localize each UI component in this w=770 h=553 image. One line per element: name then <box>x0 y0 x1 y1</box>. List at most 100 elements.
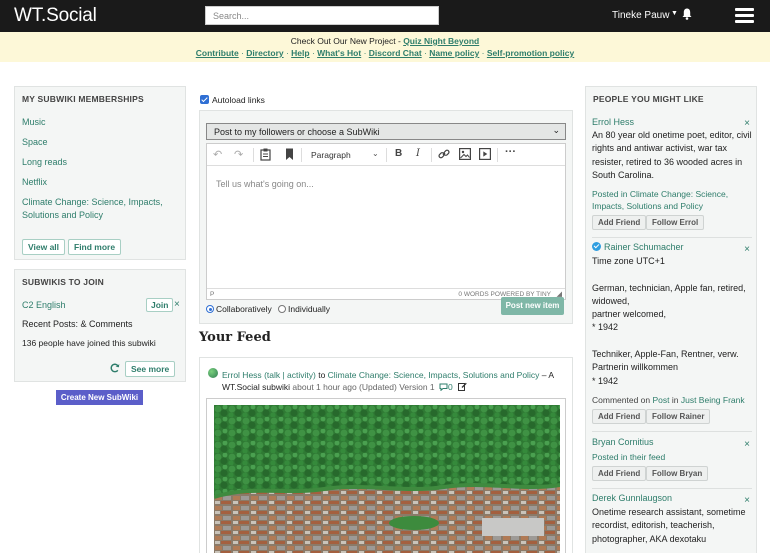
banner-links: Contribute · Directory · Help · What's H… <box>0 48 770 58</box>
post-subwiki-desc: WT.Social subwiki <box>222 382 291 392</box>
self-promotion-policy-link[interactable]: Self-promotion policy <box>487 48 574 58</box>
name-policy-link[interactable]: Name policy <box>429 48 479 58</box>
redo-icon[interactable]: ↷ <box>234 148 243 161</box>
site-logo[interactable]: WT.Social <box>14 5 97 27</box>
help-link[interactable]: Help <box>291 48 309 58</box>
search-input[interactable]: Search... <box>205 6 439 25</box>
globe-icon <box>208 368 218 378</box>
toolbar-divider <box>253 148 254 162</box>
close-icon[interactable]: × <box>744 439 750 450</box>
chevron-down-icon: ⌄ <box>552 125 560 135</box>
individually-option[interactable]: Individually <box>278 304 330 314</box>
close-icon[interactable]: × <box>744 118 750 129</box>
bio-line: Techniker, Apple-Fan, Rentner, verw. Par… <box>592 349 739 373</box>
more-options-icon[interactable]: ··· <box>505 146 516 158</box>
caret-down-icon[interactable]: ▼ <box>671 10 678 17</box>
paste-icon[interactable] <box>260 148 271 161</box>
membership-item-climate-change[interactable]: Climate Change: Science, Impacts, Soluti… <box>22 196 177 221</box>
close-icon[interactable]: × <box>744 244 750 255</box>
add-friend-button[interactable]: Add Friend <box>592 409 647 424</box>
view-all-button[interactable]: View all <box>22 239 66 255</box>
toolbar-divider <box>386 148 387 162</box>
see-more-button[interactable]: See more <box>125 361 176 377</box>
discord-chat-link[interactable]: Discord Chat <box>369 48 422 58</box>
radio-unselected-icon[interactable] <box>278 305 286 313</box>
membership-item-music[interactable]: Music <box>22 116 177 129</box>
autoload-label: Autoload links <box>212 95 265 105</box>
membership-item-netflix[interactable]: Netflix <box>22 176 177 189</box>
bio-line: Time zone UTC+1 <box>592 256 665 266</box>
posted-prefix: Posted in <box>592 189 630 199</box>
close-icon[interactable]: × <box>744 495 750 506</box>
radio-selected-icon[interactable] <box>206 305 214 313</box>
commented-post-link[interactable]: Post <box>652 395 669 405</box>
add-friend-button[interactable]: Add Friend <box>592 466 647 481</box>
subwiki-memberships-panel: MY SUBWIKI MEMBERSHIPS Music Space Long … <box>14 86 186 260</box>
post-target-select[interactable]: Post to my followers or choose a SubWiki… <box>206 123 566 140</box>
people-you-might-like-panel: PEOPLE YOU MIGHT LIKE Errol Hess × An 80… <box>585 86 757 553</box>
image-icon[interactable] <box>459 148 471 160</box>
element-path: P <box>210 291 215 298</box>
dismiss-icon[interactable]: × <box>174 299 180 310</box>
checkbox-checked-icon[interactable] <box>200 95 209 104</box>
person-name-bryan[interactable]: Bryan Cornitius <box>592 437 654 447</box>
italic-icon[interactable]: I <box>416 148 420 159</box>
user-menu[interactable]: Tineke Pauw <box>612 10 669 21</box>
person-name-rainer[interactable]: Rainer Schumacher <box>592 242 684 252</box>
hamburger-menu-icon[interactable] <box>735 8 754 23</box>
comment-count[interactable]: 0 <box>448 382 453 392</box>
follow-errol-button[interactable]: Follow Errol <box>646 215 705 230</box>
editor-placeholder: Tell us what's going on... <box>216 179 314 189</box>
individually-label: Individually <box>288 304 331 314</box>
bio-line: German, technician, Apple fan, retired, … <box>592 282 746 306</box>
undo-icon[interactable]: ↶ <box>213 148 222 161</box>
membership-item-long-reads[interactable]: Long reads <box>22 156 177 169</box>
subwikis-to-join-panel: SUBWIKIS TO JOIN C2 English Join × Recen… <box>14 269 186 382</box>
person-name-errol[interactable]: Errol Hess <box>592 117 634 127</box>
post-author-link[interactable]: Errol Hess <box>222 370 262 380</box>
contribute-link[interactable]: Contribute <box>196 48 239 58</box>
bell-icon[interactable] <box>682 8 692 20</box>
find-more-button[interactable]: Find more <box>68 239 122 255</box>
toolbar-divider <box>301 148 302 162</box>
join-button[interactable]: Join <box>146 298 174 312</box>
media-icon[interactable] <box>479 148 491 160</box>
autoload-links-toggle[interactable]: Autoload links <box>200 95 265 105</box>
paragraph-format-select[interactable]: Paragraph <box>311 150 351 160</box>
edit-icon[interactable] <box>458 382 467 391</box>
commented-in-link[interactable]: Just Being Frank <box>681 395 745 405</box>
rich-text-editor[interactable]: ↶ ↷ Paragraph ⌄ B I ··· Tell us what's g… <box>206 143 566 300</box>
refresh-icon[interactable] <box>110 363 120 373</box>
bold-icon[interactable]: B <box>395 148 402 159</box>
posted-in-link[interactable]: their feed <box>630 452 665 462</box>
people-title: PEOPLE YOU MIGHT LIKE <box>593 94 704 104</box>
bio-line: * 1942 <box>592 322 619 333</box>
divider <box>592 237 752 238</box>
membership-item-space[interactable]: Space <box>22 136 177 149</box>
quiz-night-link[interactable]: Quiz Night Beyond <box>403 36 479 46</box>
post-subwiki-link[interactable]: Climate Change: Science, Impacts, Soluti… <box>328 370 540 380</box>
post-image[interactable] <box>214 405 560 553</box>
create-subwiki-button[interactable]: Create New SubWiki <box>56 390 143 405</box>
add-friend-button[interactable]: Add Friend <box>592 215 647 230</box>
chevron-down-icon[interactable]: ⌄ <box>372 149 379 158</box>
post-meta: Errol Hess (talk | activity) to Climate … <box>222 369 567 393</box>
comment-icon[interactable] <box>439 383 448 392</box>
feed-post: Errol Hess (talk | activity) to Climate … <box>199 357 573 553</box>
post-new-item-button[interactable]: Post new item <box>501 297 564 315</box>
separator: · <box>361 48 369 58</box>
person-name-derek[interactable]: Derek Gunnlaugson <box>592 493 672 503</box>
recent-posts-label: Recent Posts: & Comments <box>22 319 133 329</box>
person-bio-rainer: Time zone UTC+1 German, technician, Appl… <box>592 255 752 388</box>
follow-rainer-button[interactable]: Follow Rainer <box>646 409 711 424</box>
collaboratively-option[interactable]: Collaboratively <box>206 304 272 314</box>
directory-link[interactable]: Directory <box>246 48 283 58</box>
top-navbar: WT.Social Search... Tineke Pauw ▼ <box>0 0 770 32</box>
link-icon[interactable] <box>438 148 450 160</box>
person-bio-errol: An 80 year old onetime poet, editor, civ… <box>592 130 752 180</box>
post-to-text: to <box>315 370 328 380</box>
follow-bryan-button[interactable]: Follow Bryan <box>646 466 709 481</box>
bookmark-icon[interactable] <box>285 148 294 161</box>
whats-hot-link[interactable]: What's Hot <box>317 48 361 58</box>
talk-activity-link[interactable]: (talk | activity) <box>264 370 316 380</box>
